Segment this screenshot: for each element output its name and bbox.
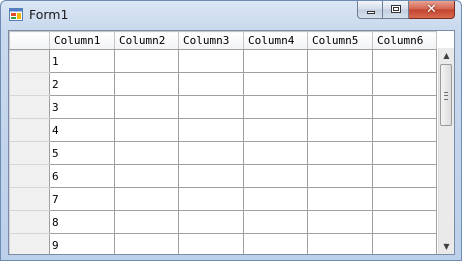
column-header[interactable]: Column2 — [114, 31, 179, 50]
grid-cell[interactable] — [114, 49, 179, 73]
table-row: 6 — [9, 164, 437, 188]
table-row: 8 — [9, 210, 437, 234]
row-header-cell[interactable] — [9, 95, 50, 119]
table-row: 9 — [9, 233, 437, 254]
form-app-icon — [9, 8, 23, 21]
grid-cell[interactable] — [307, 72, 373, 96]
table-row: 3 — [9, 95, 437, 119]
grid-cell[interactable]: 5 — [49, 141, 115, 165]
grid-cell[interactable] — [307, 118, 373, 142]
grid-cell[interactable]: 3 — [49, 95, 115, 119]
column-header[interactable]: Column1 — [49, 31, 115, 50]
grid-cell[interactable] — [307, 210, 373, 234]
grid-cell[interactable] — [178, 72, 244, 96]
table-row: 1 — [9, 49, 437, 73]
row-header-cell[interactable] — [9, 210, 50, 234]
application-window: Form1 ✕ Column1 Column2 Column3 Column4 … — [0, 0, 462, 261]
grid-cell[interactable]: 4 — [49, 118, 115, 142]
grip-icon — [444, 92, 448, 100]
scroll-up-arrow-icon[interactable]: ▲ — [439, 48, 454, 63]
grid-cell[interactable] — [372, 49, 437, 73]
grid-cell[interactable] — [114, 118, 179, 142]
grid-cell[interactable] — [307, 233, 373, 254]
grid-cell[interactable] — [243, 210, 308, 234]
grid-cell[interactable] — [243, 141, 308, 165]
table-row: 2 — [9, 72, 437, 96]
grid-cell[interactable] — [372, 164, 437, 188]
grid-cell[interactable]: 6 — [49, 164, 115, 188]
grid-cell[interactable] — [243, 72, 308, 96]
grid-cell[interactable] — [114, 95, 179, 119]
column-header[interactable]: Column4 — [243, 31, 308, 50]
grid-cell[interactable] — [372, 118, 437, 142]
column-header[interactable]: Column3 — [178, 31, 244, 50]
minimize-icon — [367, 11, 375, 14]
row-header-cell[interactable] — [9, 233, 50, 254]
grid-cell[interactable] — [307, 187, 373, 211]
maximize-icon — [391, 5, 401, 13]
grid-cell[interactable] — [114, 187, 179, 211]
table-row: 7 — [9, 187, 437, 211]
grid-cell[interactable] — [307, 49, 373, 73]
grid-cell[interactable] — [114, 164, 179, 188]
table-row: 4 — [9, 118, 437, 142]
top-left-header-cell[interactable] — [9, 31, 50, 50]
grid-cell[interactable] — [114, 233, 179, 254]
grid-cell[interactable] — [243, 49, 308, 73]
vertical-scrollbar[interactable]: ▲ ▼ — [438, 48, 454, 254]
grid-cell[interactable] — [114, 210, 179, 234]
column-header[interactable]: Column6 — [372, 31, 437, 50]
maximize-button[interactable] — [383, 1, 409, 19]
row-header-cell[interactable] — [9, 49, 50, 73]
grid-cell[interactable] — [372, 187, 437, 211]
column-header[interactable]: Column5 — [307, 31, 373, 50]
grid-cell[interactable] — [243, 164, 308, 188]
grid-cell[interactable] — [372, 72, 437, 96]
grid-cell[interactable] — [307, 164, 373, 188]
grid-cell[interactable] — [178, 95, 244, 119]
row-header-cell[interactable] — [9, 118, 50, 142]
title-bar[interactable]: Form1 ✕ — [1, 1, 461, 27]
row-header-cell[interactable] — [9, 141, 50, 165]
grid-cell[interactable] — [178, 233, 244, 254]
row-header-cell[interactable] — [9, 164, 50, 188]
grid-cell[interactable] — [372, 95, 437, 119]
column-header-row: Column1 Column2 Column3 Column4 Column5 … — [9, 31, 437, 50]
grid-cell[interactable]: 7 — [49, 187, 115, 211]
grid-cell[interactable] — [178, 210, 244, 234]
grid-cell[interactable] — [114, 72, 179, 96]
grid-cell[interactable]: 1 — [49, 49, 115, 73]
client-area: Column1 Column2 Column3 Column4 Column5 … — [8, 30, 455, 255]
data-grid-view[interactable]: Column1 Column2 Column3 Column4 Column5 … — [9, 31, 437, 254]
grid-cell[interactable] — [243, 233, 308, 254]
window-title: Form1 — [29, 7, 69, 22]
grid-cell[interactable] — [178, 49, 244, 73]
grid-cell[interactable] — [372, 141, 437, 165]
close-icon: ✕ — [426, 2, 437, 17]
grid-cell[interactable]: 9 — [49, 233, 115, 254]
scrollbar-thumb[interactable] — [440, 64, 452, 126]
grid-cell[interactable] — [243, 118, 308, 142]
grid-cell[interactable] — [178, 118, 244, 142]
grid-cell[interactable]: 8 — [49, 210, 115, 234]
grid-cell[interactable] — [372, 233, 437, 254]
row-header-cell[interactable] — [9, 187, 50, 211]
table-row: 5 — [9, 141, 437, 165]
grid-cell[interactable] — [114, 141, 179, 165]
grid-cell[interactable] — [307, 95, 373, 119]
scroll-down-arrow-icon[interactable]: ▼ — [439, 239, 454, 254]
grid-cell[interactable] — [178, 141, 244, 165]
grid-cell[interactable] — [307, 141, 373, 165]
row-header-cell[interactable] — [9, 72, 50, 96]
minimize-button[interactable] — [357, 1, 383, 19]
grid-cell[interactable] — [243, 95, 308, 119]
grid-cell[interactable] — [178, 187, 244, 211]
caption-buttons: ✕ — [357, 1, 455, 21]
grid-cell[interactable] — [372, 210, 437, 234]
close-button[interactable]: ✕ — [409, 1, 455, 19]
grid-cell[interactable]: 2 — [49, 72, 115, 96]
grid-cell[interactable] — [178, 164, 244, 188]
grid-cell[interactable] — [243, 187, 308, 211]
